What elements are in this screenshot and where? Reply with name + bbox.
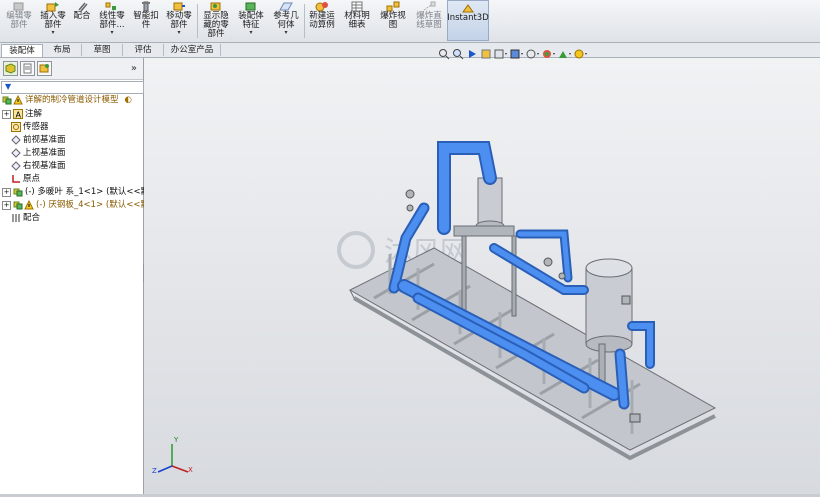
triad-x-label: X <box>188 466 193 474</box>
expand-panel-icon[interactable]: » <box>131 63 137 74</box>
assembly-icon <box>2 95 12 105</box>
tab-evaluate[interactable]: 评估 <box>123 44 164 56</box>
annotation-icon: A <box>13 109 23 120</box>
edit-component-button[interactable]: 编辑零 部件 <box>2 0 36 42</box>
exploded-view-button[interactable]: 爆炸视 图 <box>375 0 411 42</box>
tree-item-front-plane[interactable]: 前视基准面 <box>11 134 66 146</box>
heads-up-view-toolbar <box>438 48 590 62</box>
new-motion-study-button[interactable]: 新建运 动算例 <box>305 0 339 42</box>
explode-line-sketch-button[interactable]: 爆炸直 线草图 <box>411 0 447 42</box>
section-view-icon[interactable] <box>480 48 492 63</box>
rebuild-icon: ◐ <box>124 95 132 105</box>
reference-geometry-button[interactable]: 参考几 何体 ▾ <box>269 0 303 42</box>
tree-item-part-2[interactable]: + (-) 厌钢板_4<1> (默认<<默认 <box>2 199 157 211</box>
chevron-down-icon[interactable]: ▾ <box>249 30 252 36</box>
show-hidden-components-button[interactable]: 显示隐 藏的零 部件 <box>199 0 233 42</box>
tree-item-origin[interactable]: 原点 <box>11 173 40 185</box>
tree-item-annotations[interactable]: + A 注解 <box>2 108 42 120</box>
bill-of-materials-button[interactable]: 材料明 细表 <box>340 0 374 42</box>
move-component-button[interactable]: 移动零 部件 ▾ <box>162 0 196 42</box>
filter-icon: ▼ <box>5 82 12 91</box>
command-manager-ribbon: 编辑零 部件 插入零 部件 ▾ 配合 线性零 部件... ▾ 智能扣 件 移动零… <box>0 0 820 43</box>
tree-item-sensors[interactable]: 传感器 <box>11 121 49 133</box>
hide-show-items-icon[interactable] <box>526 48 540 63</box>
previous-view-icon[interactable] <box>466 48 478 63</box>
tab-sketch[interactable]: 草图 <box>82 44 123 56</box>
origin-icon <box>11 174 21 184</box>
tree-item-mates[interactable]: 配合 <box>11 212 40 224</box>
zoom-to-area-icon[interactable] <box>452 48 464 63</box>
plane-icon <box>11 135 21 145</box>
linear-pattern-button[interactable]: 线性零 部件... ▾ <box>95 0 129 42</box>
sensor-icon <box>11 122 21 132</box>
chevron-down-icon[interactable]: ▾ <box>177 30 180 36</box>
display-style-icon[interactable] <box>510 48 524 63</box>
view-orientation-icon[interactable] <box>494 48 508 63</box>
triad-y-label: Y <box>174 436 179 444</box>
feature-manager-panel: » ▼ 详解的制冷管道设计模型 ◐ + A 注解 传感器 前视基准面 上视基准面 <box>0 58 157 494</box>
view-settings-icon[interactable] <box>574 48 588 63</box>
apply-scene-icon[interactable] <box>558 48 572 63</box>
tree-item-right-plane[interactable]: 右视基准面 <box>11 160 66 172</box>
command-manager-tabs: 装配体 布局 草图 评估 办公室产品 <box>0 43 820 58</box>
expand-toggle-icon[interactable]: + <box>2 200 11 210</box>
mates-icon <box>11 213 21 223</box>
edit-appearance-icon[interactable] <box>542 48 556 63</box>
tree-item-part-1[interactable]: + (-) 多暖叶 系_1<1> (默认<<默 <box>2 186 149 198</box>
plane-icon <box>11 148 21 158</box>
graphics-area[interactable]: 沐风网 <box>144 48 820 494</box>
tab-office-products[interactable]: 办公室产品 <box>164 44 221 56</box>
warning-icon <box>24 199 34 210</box>
coordinate-triad: Y X Z <box>150 436 194 478</box>
triad-z-label: Z <box>152 467 157 475</box>
insert-components-button[interactable]: 插入零 部件 ▾ <box>36 0 70 42</box>
chevron-down-icon[interactable]: ▾ <box>110 30 113 36</box>
feature-manager-tab[interactable] <box>3 61 18 76</box>
zoom-to-fit-icon[interactable] <box>438 48 450 63</box>
warning-icon <box>13 94 23 105</box>
assembly-model: 沐风网 <box>337 141 717 461</box>
chevron-down-icon[interactable]: ▾ <box>51 30 54 36</box>
tree-filter[interactable]: ▼ <box>1 81 144 94</box>
configuration-manager-tab[interactable] <box>37 61 52 76</box>
chevron-down-icon[interactable]: ▾ <box>284 30 287 36</box>
part-icon <box>13 200 23 210</box>
assembly-features-button[interactable]: 装配体 特征 ▾ <box>234 0 268 42</box>
tree-root[interactable]: 详解的制冷管道设计模型 ◐ <box>2 94 132 106</box>
svg-text:A: A <box>16 111 22 120</box>
instant3d-label-group: Instant3D <box>447 0 489 42</box>
expand-toggle-icon[interactable]: + <box>2 187 11 197</box>
part-icon <box>13 187 23 197</box>
smart-fasteners-button[interactable]: 智能扣 件 <box>130 0 162 42</box>
mate-button[interactable]: 配合 <box>70 0 94 42</box>
tab-assembly[interactable]: 装配体 <box>1 44 43 57</box>
property-manager-tab[interactable] <box>20 61 35 76</box>
panel-toolbar: » <box>0 58 143 80</box>
plane-icon <box>11 161 21 171</box>
expand-toggle-icon[interactable]: + <box>2 109 11 119</box>
tree-item-top-plane[interactable]: 上视基准面 <box>11 147 66 159</box>
tab-layout[interactable]: 布局 <box>43 44 82 56</box>
